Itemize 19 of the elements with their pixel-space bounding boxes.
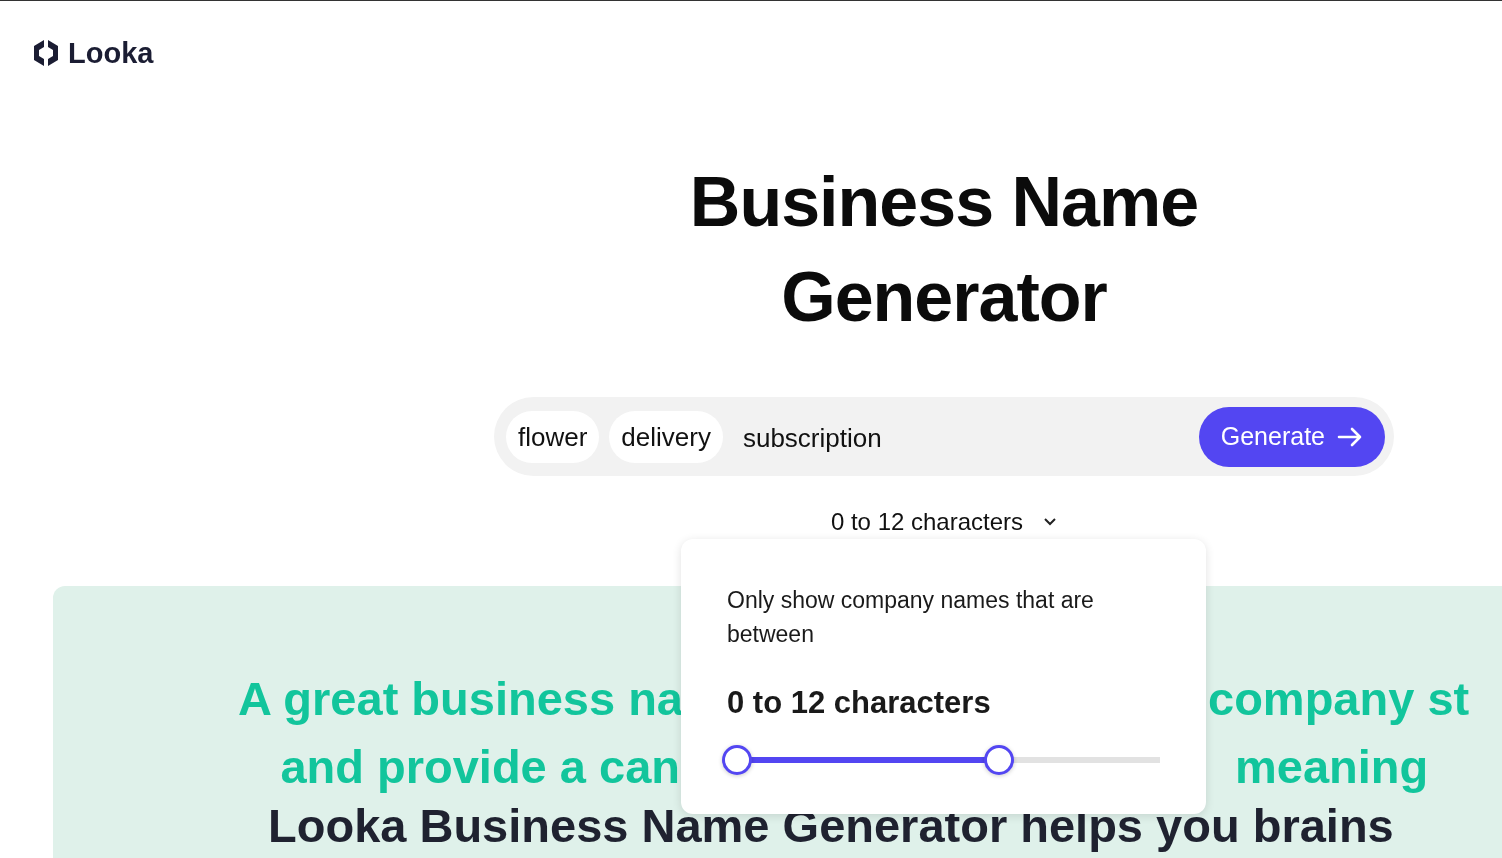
intro-text: A great business na	[238, 670, 683, 726]
generate-button[interactable]: Generate	[1198, 406, 1385, 467]
keyword-chip[interactable]: delivery	[609, 410, 723, 463]
length-reading: 0 to 12 characters	[727, 685, 992, 721]
arrow-right-icon	[1337, 426, 1363, 447]
intro-heading: Looka Business Name Generator helps you brains	[268, 797, 1394, 853]
intro-text: and provide a can	[280, 738, 680, 794]
chevron-down-icon	[1043, 517, 1058, 527]
logo-icon	[32, 39, 60, 67]
length-dropdown[interactable]: 0 to 12 characters	[830, 508, 1058, 536]
slider-thumb[interactable]	[722, 745, 752, 775]
popover-text: Only show company names that are between	[727, 586, 1095, 649]
intro-text: company st	[1208, 670, 1471, 726]
keyword-input[interactable]: subscription	[732, 419, 1189, 454]
keyword-chip[interactable]: flower	[506, 410, 600, 463]
logo-wordmark[interactable]: Looka	[68, 36, 154, 70]
slider-thumb[interactable]	[984, 745, 1015, 775]
page-title: Business Name Generator	[688, 162, 1200, 338]
intro-text: meaning	[1235, 738, 1430, 794]
